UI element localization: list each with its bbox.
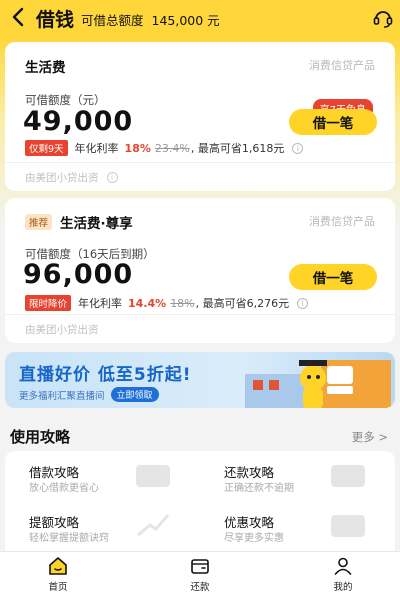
loan-card-premium: 推荐 生活费·尊享 消费信贷产品 可借额度（16天后到期） 96,000 借一笔…	[5, 198, 395, 343]
guide-item-subtitle: 轻松掌握提额诀窍	[29, 533, 109, 544]
rate-row: 仅剩9天 年化利率 18% 23.4% , 最高可省1,618元 i	[25, 140, 304, 156]
page-title: 借钱	[36, 9, 75, 31]
total-quota-value: 145,000 元	[151, 13, 220, 28]
product-type-label: 消费信贷产品	[309, 215, 375, 228]
guide-grid: 借款攻略 放心借款更省心 还款攻略 正确还款不逾期 提额攻略 轻松掌握提额诀窍 …	[5, 451, 395, 551]
countdown-badge: 仅剩9天	[25, 140, 68, 156]
trend-up-icon	[137, 514, 170, 537]
rate-row: 限时降价 年化利率 14.4% 18% , 最高可省6,276元 i	[25, 295, 309, 311]
available-amount: 96,000	[23, 259, 134, 290]
more-link[interactable]: 更多 >	[352, 429, 388, 445]
card-icon	[331, 465, 365, 487]
guide-item-subtitle: 正确还款不逾期	[224, 483, 294, 494]
total-quota-label: 可借总额度	[81, 13, 144, 28]
total-quota: 可借总额度 145,000 元	[81, 10, 220, 29]
home-icon	[49, 557, 67, 575]
tab-label: 首页	[48, 582, 68, 592]
bottom-tab-bar: 首页 还款 我的	[0, 551, 400, 592]
info-icon[interactable]: i	[106, 171, 118, 183]
borrow-button[interactable]: 借一笔	[289, 264, 377, 290]
rate-label: 年化利率	[78, 297, 123, 310]
info-icon[interactable]: i	[292, 142, 304, 154]
original-rate: 23.4%	[154, 141, 190, 155]
savings-text: , 最高可省1,618元	[190, 142, 285, 155]
limited-discount-badge: 限时降价	[25, 295, 72, 311]
tab-mine[interactable]: 我的	[313, 552, 373, 592]
wallet-icon	[136, 465, 170, 487]
tab-home[interactable]: 首页	[28, 552, 88, 592]
live-promo-banner[interactable]: 直播好价 低至5折起! 更多福利汇聚直播间 立即领取	[5, 352, 395, 408]
funder-text: 由美团小贷出资	[25, 323, 99, 336]
original-rate: 18%	[170, 296, 195, 310]
mascot-illustration	[245, 360, 391, 408]
borrow-button[interactable]: 借一笔	[289, 109, 377, 135]
info-icon[interactable]: i	[297, 297, 309, 309]
customer-service-icon[interactable]	[372, 7, 394, 29]
current-rate: 18%	[124, 141, 151, 155]
card-footer: 由美团小贷出资 i	[5, 162, 395, 191]
wallet-icon	[191, 559, 209, 574]
card-title: 生活费	[25, 60, 66, 76]
rate-label: 年化利率	[74, 142, 119, 155]
guide-item-repay[interactable]: 还款攻略 正确还款不逾期	[200, 451, 395, 499]
card-title: 推荐 生活费·尊享	[25, 212, 133, 232]
current-rate: 14.4%	[128, 296, 167, 310]
savings-text: , 最高可省6,276元	[195, 297, 290, 310]
available-amount: 49,000	[23, 106, 134, 137]
product-type-label: 消费信贷产品	[309, 59, 375, 72]
funder-text: 由美团小贷出资	[25, 171, 99, 184]
tab-label: 我的	[333, 582, 353, 592]
guide-section-title: 使用攻略	[10, 428, 71, 446]
guide-item-limit[interactable]: 提额攻略 轻松掌握提额诀窍	[5, 501, 200, 549]
coupon-icon	[331, 515, 365, 537]
guide-item-borrow[interactable]: 借款攻略 放心借款更省心	[5, 451, 200, 499]
card-footer: 由美团小贷出资	[5, 314, 395, 343]
guide-item-subtitle: 尽享更多实惠	[224, 533, 284, 544]
banner-subtitle: 更多福利汇聚直播间 立即领取	[19, 387, 159, 402]
guide-item-discount[interactable]: 优惠攻略 尽享更多实惠	[200, 501, 395, 549]
recommend-badge: 推荐	[25, 214, 53, 230]
claim-now-button[interactable]: 立即领取	[110, 387, 159, 402]
tab-label: 还款	[190, 582, 210, 592]
guide-item-subtitle: 放心借款更省心	[29, 483, 99, 494]
loan-card-living: 生活费 消费信贷产品 可借额度（元） 49,000 享7天免息 借一笔 仅剩9天…	[5, 42, 395, 191]
back-arrow-icon[interactable]	[8, 6, 30, 28]
banner-title: 直播好价 低至5折起!	[19, 365, 192, 385]
app-header: 借钱 可借总额度 145,000 元	[0, 0, 400, 36]
user-icon	[334, 557, 352, 575]
tab-repay[interactable]: 还款	[170, 552, 230, 592]
